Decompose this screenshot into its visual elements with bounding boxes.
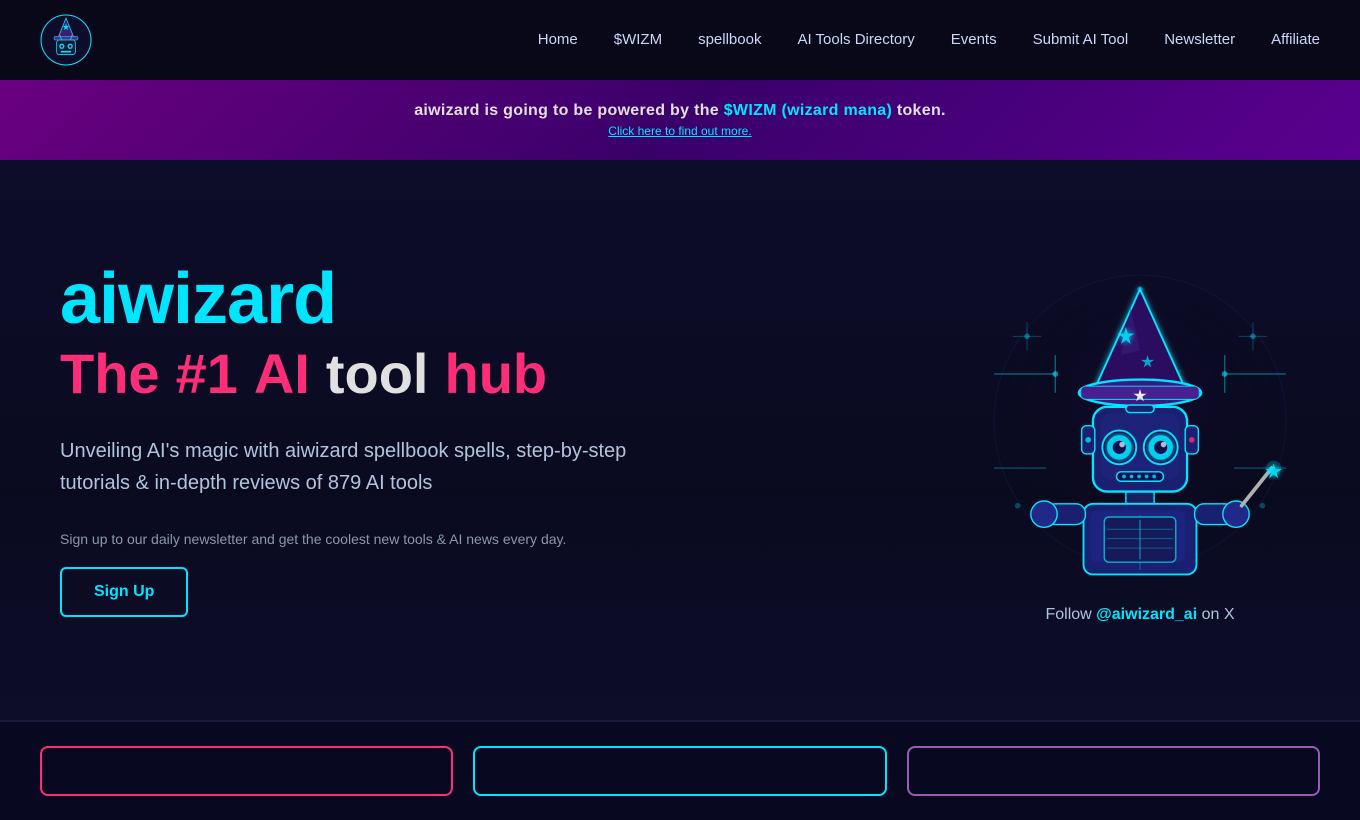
wizard-svg xyxy=(980,256,1300,586)
logo[interactable] xyxy=(40,14,92,66)
hero-title: aiwizard xyxy=(60,263,680,335)
sign-up-button[interactable]: Sign Up xyxy=(60,567,188,617)
banner-highlight: $WIZM (wizard mana) xyxy=(724,102,892,119)
bottom-card-2 xyxy=(473,746,886,796)
hero-subtitle-tool: tool xyxy=(326,343,429,405)
nav-wizm[interactable]: $WIZM xyxy=(614,31,662,48)
nav-newsletter[interactable]: Newsletter xyxy=(1164,31,1235,48)
nav-affiliate[interactable]: Affiliate xyxy=(1271,31,1320,48)
wizard-illustration xyxy=(980,256,1300,586)
follow-text: Follow @aiwizard_ai on X xyxy=(1045,606,1234,624)
hero-section: aiwizard The #1 AI tool hub Unveiling AI… xyxy=(0,160,1360,720)
nav-home[interactable]: Home xyxy=(538,31,578,48)
banner-text: aiwizard is going to be powered by the $… xyxy=(40,102,1320,120)
bottom-card-3 xyxy=(907,746,1320,796)
nav-links: Home $WIZM spellbook AI Tools Directory … xyxy=(538,31,1320,49)
announcement-banner[interactable]: aiwizard is going to be powered by the $… xyxy=(0,80,1360,160)
navbar: Home $WIZM spellbook AI Tools Directory … xyxy=(0,0,1360,80)
hero-newsletter-text: Sign up to our daily newsletter and get … xyxy=(60,531,680,547)
bottom-card-1 xyxy=(40,746,453,796)
hero-subtitle-the: The xyxy=(60,343,160,405)
hero-subtitle-num: #1 xyxy=(176,343,238,405)
hero-subtitle: The #1 AI tool hub xyxy=(60,343,680,405)
nav-events[interactable]: Events xyxy=(951,31,997,48)
twitter-handle[interactable]: @aiwizard_ai xyxy=(1096,606,1197,623)
nav-spellbook[interactable]: spellbook xyxy=(698,31,761,48)
hero-subtitle-hub: hub xyxy=(444,343,547,405)
hero-description: Unveiling AI's magic with aiwizard spell… xyxy=(60,435,680,499)
logo-icon xyxy=(40,14,92,66)
hero-content: aiwizard The #1 AI tool hub Unveiling AI… xyxy=(60,263,680,617)
banner-subtext[interactable]: Click here to find out more. xyxy=(40,124,1320,138)
hero-subtitle-ai: AI xyxy=(254,343,310,405)
hero-illustration: Follow @aiwizard_ai on X xyxy=(980,256,1300,624)
nav-submit-ai-tool[interactable]: Submit AI Tool xyxy=(1033,31,1129,48)
bottom-strip xyxy=(0,720,1360,820)
nav-ai-tools-directory[interactable]: AI Tools Directory xyxy=(797,31,914,48)
